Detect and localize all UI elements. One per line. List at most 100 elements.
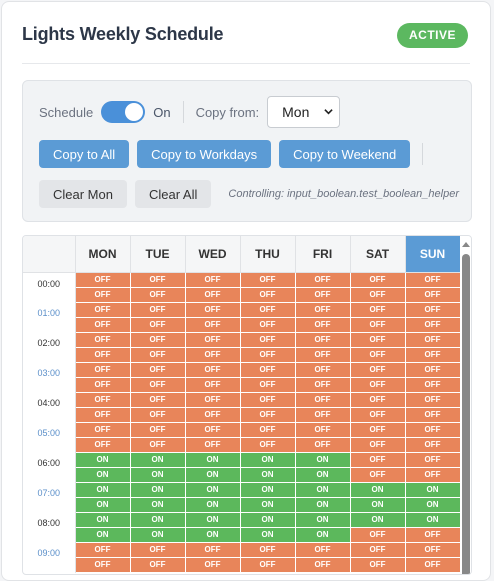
time-slot[interactable]: OFF — [129, 271, 186, 288]
time-slot[interactable]: OFF — [349, 376, 406, 393]
time-slot[interactable]: OFF — [349, 361, 406, 378]
time-slot[interactable]: OFF — [404, 376, 461, 393]
time-slot[interactable]: OFF — [239, 436, 296, 453]
time-slot[interactable]: OFF — [74, 286, 131, 303]
time-slot[interactable]: ON — [129, 451, 186, 468]
time-slot[interactable]: OFF — [349, 451, 406, 468]
clear-day-button[interactable]: Clear Mon — [39, 180, 127, 208]
time-slot[interactable]: OFF — [349, 436, 406, 453]
time-slot[interactable]: OFF — [184, 271, 241, 288]
time-slot[interactable]: OFF — [294, 391, 351, 408]
time-slot[interactable]: OFF — [349, 466, 406, 483]
time-slot[interactable]: OFF — [239, 346, 296, 363]
time-slot[interactable]: OFF — [239, 421, 296, 438]
scroll-up-arrow-icon[interactable] — [462, 240, 470, 248]
time-slot[interactable]: OFF — [74, 421, 131, 438]
time-slot[interactable]: ON — [129, 466, 186, 483]
time-slot[interactable]: OFF — [294, 436, 351, 453]
time-slot[interactable]: OFF — [239, 406, 296, 423]
time-slot[interactable]: OFF — [239, 331, 296, 348]
time-slot[interactable]: ON — [74, 526, 131, 543]
time-slot[interactable]: OFF — [404, 406, 461, 423]
time-slot[interactable]: OFF — [184, 436, 241, 453]
time-slot[interactable]: OFF — [184, 331, 241, 348]
time-slot[interactable]: OFF — [294, 421, 351, 438]
day-header-thu[interactable]: THU — [240, 236, 296, 273]
time-slot[interactable]: OFF — [129, 346, 186, 363]
time-slot[interactable]: OFF — [349, 406, 406, 423]
time-slot[interactable]: OFF — [294, 361, 351, 378]
time-slot[interactable]: ON — [184, 466, 241, 483]
time-slot[interactable]: OFF — [294, 301, 351, 318]
time-slot[interactable]: ON — [184, 496, 241, 513]
time-slot[interactable]: ON — [239, 526, 296, 543]
time-slot[interactable]: OFF — [239, 316, 296, 333]
day-header-tue[interactable]: TUE — [130, 236, 186, 273]
time-slot[interactable]: OFF — [129, 556, 186, 573]
time-slot[interactable]: OFF — [349, 301, 406, 318]
time-slot[interactable]: OFF — [239, 271, 296, 288]
time-slot[interactable]: OFF — [349, 541, 406, 558]
copy-to-workdays-button[interactable]: Copy to Workdays — [137, 140, 272, 168]
time-slot[interactable]: OFF — [184, 286, 241, 303]
time-slot[interactable]: ON — [239, 481, 296, 498]
time-slot[interactable]: OFF — [404, 346, 461, 363]
copy-to-all-button[interactable]: Copy to All — [39, 140, 130, 168]
time-slot[interactable]: OFF — [184, 391, 241, 408]
time-slot[interactable]: OFF — [404, 391, 461, 408]
time-slot[interactable]: OFF — [349, 421, 406, 438]
time-slot[interactable]: OFF — [349, 346, 406, 363]
time-slot[interactable]: OFF — [404, 361, 461, 378]
time-slot[interactable]: ON — [129, 511, 186, 528]
time-slot[interactable]: OFF — [294, 286, 351, 303]
time-slot[interactable]: ON — [239, 511, 296, 528]
time-slot[interactable]: OFF — [184, 376, 241, 393]
time-slot[interactable]: ON — [129, 526, 186, 543]
time-slot[interactable]: OFF — [74, 541, 131, 558]
time-slot[interactable]: OFF — [404, 316, 461, 333]
time-slot[interactable]: OFF — [74, 376, 131, 393]
time-slot[interactable]: OFF — [349, 271, 406, 288]
time-slot[interactable]: ON — [404, 481, 461, 498]
time-slot[interactable]: OFF — [129, 406, 186, 423]
time-slot[interactable]: OFF — [239, 286, 296, 303]
time-slot[interactable]: ON — [74, 511, 131, 528]
time-slot[interactable]: ON — [239, 451, 296, 468]
day-header-fri[interactable]: FRI — [295, 236, 351, 273]
time-slot[interactable]: OFF — [129, 301, 186, 318]
time-slot[interactable]: ON — [349, 511, 406, 528]
copy-to-weekend-button[interactable]: Copy to Weekend — [279, 140, 411, 168]
time-slot[interactable]: OFF — [349, 316, 406, 333]
time-slot[interactable]: OFF — [184, 406, 241, 423]
day-header-sun[interactable]: SUN — [405, 236, 461, 273]
time-slot[interactable]: OFF — [129, 331, 186, 348]
time-slot[interactable]: ON — [294, 466, 351, 483]
time-slot[interactable]: OFF — [129, 361, 186, 378]
time-slot[interactable]: ON — [294, 496, 351, 513]
time-slot[interactable]: OFF — [294, 346, 351, 363]
time-slot[interactable]: ON — [74, 496, 131, 513]
time-slot[interactable]: ON — [184, 451, 241, 468]
time-slot[interactable]: OFF — [239, 556, 296, 573]
time-slot[interactable]: OFF — [74, 316, 131, 333]
time-slot[interactable]: ON — [349, 496, 406, 513]
time-slot[interactable]: ON — [74, 466, 131, 483]
time-slot[interactable]: OFF — [239, 541, 296, 558]
time-slot[interactable]: OFF — [239, 376, 296, 393]
day-header-mon[interactable]: MON — [75, 236, 131, 273]
time-slot[interactable]: OFF — [184, 316, 241, 333]
time-slot[interactable]: ON — [294, 451, 351, 468]
time-slot[interactable]: OFF — [404, 526, 461, 543]
time-slot[interactable]: OFF — [129, 436, 186, 453]
time-slot[interactable]: ON — [74, 481, 131, 498]
time-slot[interactable]: OFF — [294, 541, 351, 558]
time-slot[interactable]: OFF — [404, 301, 461, 318]
time-slot[interactable]: ON — [74, 451, 131, 468]
scrollbar-thumb[interactable] — [462, 254, 470, 574]
time-slot[interactable]: OFF — [294, 331, 351, 348]
time-slot[interactable]: OFF — [74, 436, 131, 453]
time-slot[interactable]: OFF — [294, 271, 351, 288]
time-slot[interactable]: OFF — [239, 361, 296, 378]
time-slot[interactable]: OFF — [184, 556, 241, 573]
time-slot[interactable]: OFF — [129, 541, 186, 558]
